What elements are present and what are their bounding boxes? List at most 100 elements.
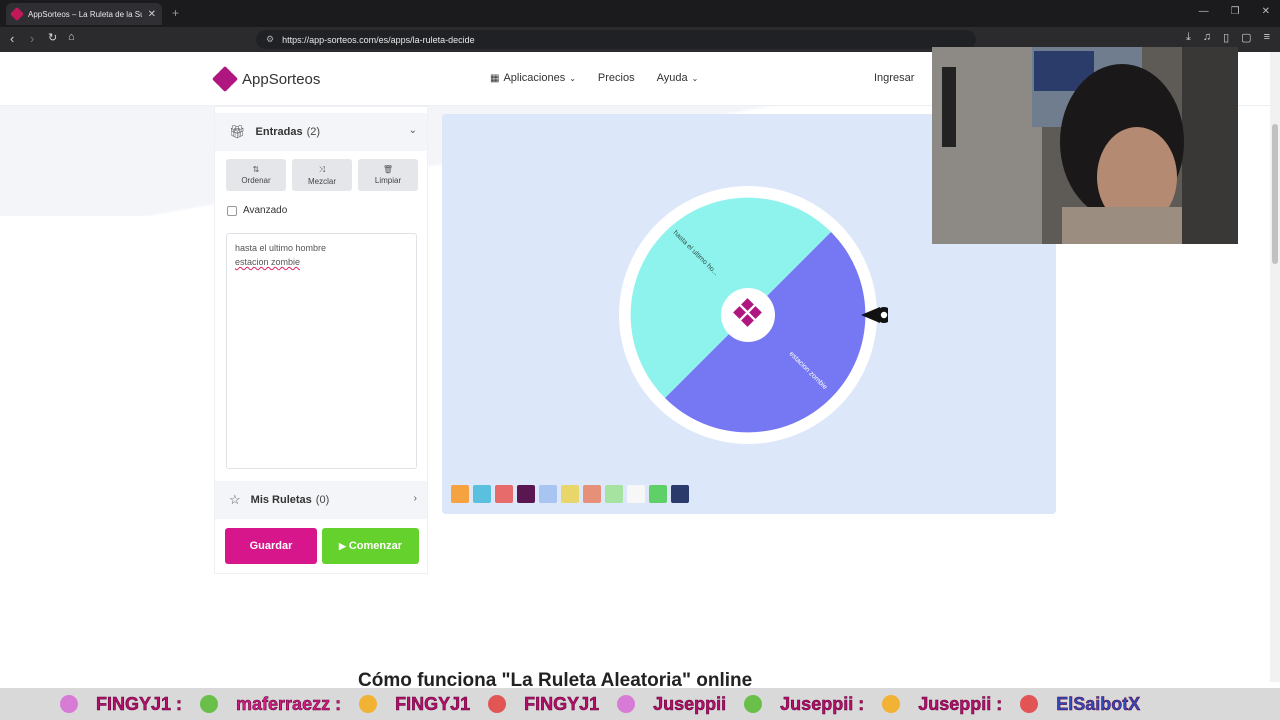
reload-icon[interactable]: ↻ bbox=[48, 31, 57, 44]
palette-swatch[interactable] bbox=[561, 485, 579, 503]
nav-aplicaciones[interactable]: ▦ Aplicaciones ⌄ bbox=[490, 72, 576, 84]
tool-buttons: ⇅ Ordenar ⤨ Mezclar 🗑︎ Limpiar bbox=[226, 159, 418, 191]
gift-icon: 🎁︎ bbox=[229, 124, 246, 139]
entradas-count: (2) bbox=[306, 126, 321, 138]
url-text: https://app-sorteos.com/es/apps/la-rulet… bbox=[282, 34, 475, 45]
maximize-icon[interactable]: ❐ bbox=[1231, 6, 1240, 17]
back-icon[interactable]: ‹ bbox=[10, 31, 14, 46]
avanzado-option[interactable]: Avanzado bbox=[227, 205, 287, 216]
chat-username: FINGYJ1 : bbox=[96, 693, 183, 714]
brand-name: AppSorteos bbox=[242, 70, 321, 88]
chat-username: Juseppii bbox=[653, 693, 727, 714]
entradas-label: Entradas bbox=[255, 126, 303, 138]
entradas-header[interactable]: 🎁︎ Entradas (2) ⌄ bbox=[215, 113, 427, 151]
music-icon[interactable]: ♫ bbox=[1203, 31, 1211, 44]
guardar-button[interactable]: Guardar bbox=[225, 528, 317, 564]
palette-swatch[interactable] bbox=[473, 485, 491, 503]
mis-ruletas-header[interactable]: ☆ Mis Ruletas (0) › bbox=[215, 481, 427, 519]
chat-username: ElSaibotX bbox=[1056, 693, 1141, 714]
palette-swatch[interactable] bbox=[451, 485, 469, 503]
menu-icon[interactable]: ≡ bbox=[1264, 31, 1270, 44]
grid-icon: ▦ bbox=[490, 72, 500, 84]
minimize-icon[interactable]: — bbox=[1199, 6, 1209, 17]
home-icon[interactable]: ⌂ bbox=[68, 31, 75, 43]
entries-textarea[interactable]: hasta el ultimo hombre estacion zombie bbox=[226, 233, 417, 469]
palette-swatch[interactable] bbox=[495, 485, 513, 503]
mis-ruletas-count: (0) bbox=[315, 494, 330, 506]
sidebar-icon[interactable]: ▯ bbox=[1223, 31, 1229, 44]
palette-swatch[interactable] bbox=[539, 485, 557, 503]
window-controls: — ❐ ✕ bbox=[1199, 6, 1270, 17]
chat-emote-icon bbox=[882, 695, 901, 713]
mis-ruletas-label: Mis Ruletas bbox=[250, 494, 312, 506]
new-tab-icon[interactable]: + bbox=[172, 6, 179, 20]
chat-emote-icon bbox=[488, 695, 507, 713]
chat-emote-icon bbox=[744, 695, 763, 713]
comenzar-label: Comenzar bbox=[348, 540, 403, 552]
roulette-wheel[interactable]: hasta el ultimo ho... estacion zombie bbox=[618, 184, 888, 446]
chevron-down-icon: ⌄ bbox=[569, 73, 576, 83]
color-palette bbox=[451, 485, 689, 503]
nav-aplicaciones-label: Aplicaciones bbox=[503, 72, 566, 84]
chat-emote-icon bbox=[617, 695, 636, 713]
mezclar-button[interactable]: ⤨ Mezclar bbox=[292, 159, 352, 191]
logo-icon bbox=[211, 65, 239, 93]
close-tab-icon[interactable]: ✕ bbox=[148, 9, 156, 20]
chat-emote-icon bbox=[1020, 695, 1039, 713]
tab-bar: AppSorteos – La Ruleta de la Su ✕ + — ❐ … bbox=[0, 0, 1280, 27]
site-favicon-icon bbox=[9, 6, 25, 22]
scrollbar-thumb[interactable] bbox=[1272, 124, 1278, 264]
palette-swatch[interactable] bbox=[627, 485, 645, 503]
chat-ticker: FINGYJ1 : maferraezz : FINGYJ1 FINGYJ1 Jusep… bbox=[0, 688, 1280, 720]
ordenar-button[interactable]: ⇅ Ordenar bbox=[226, 159, 286, 191]
chat-emote-icon bbox=[359, 695, 378, 713]
site-info-icon[interactable]: ⚙ bbox=[266, 34, 274, 45]
mezclar-label: Mezclar bbox=[307, 176, 336, 186]
nav-precios[interactable]: Precios bbox=[598, 72, 635, 84]
palette-swatch[interactable] bbox=[583, 485, 601, 503]
forward-icon[interactable]: › bbox=[30, 31, 34, 46]
close-window-icon[interactable]: ✕ bbox=[1262, 6, 1270, 17]
chat-username: Juseppii : bbox=[918, 693, 1003, 714]
limpiar-button[interactable]: 🗑︎ Limpiar bbox=[358, 159, 418, 191]
trash-icon: 🗑︎ bbox=[382, 165, 394, 174]
comenzar-button[interactable]: ▶ Comenzar bbox=[322, 528, 419, 564]
palette-swatch[interactable] bbox=[517, 485, 535, 503]
sort-icon: ⇅ bbox=[252, 165, 260, 174]
browser-tab[interactable]: AppSorteos – La Ruleta de la Su ✕ bbox=[6, 3, 162, 25]
chat-username: maferraezz : bbox=[236, 693, 342, 714]
ordenar-label: Ordenar bbox=[241, 176, 271, 185]
entries-panel: 🎁︎ Entradas (2) ⌄ ⇅ Ordenar ⤨ Mezclar 🗑︎… bbox=[214, 106, 428, 574]
screenshot-icon[interactable]: ▢ bbox=[1241, 31, 1251, 44]
download-icon[interactable]: ⤓ bbox=[1186, 31, 1191, 44]
top-nav: ▦ Aplicaciones ⌄ Precios Ayuda ⌄ bbox=[490, 72, 698, 84]
chat-emote-icon bbox=[60, 695, 78, 713]
star-icon: ☆ bbox=[229, 492, 241, 507]
chevron-right-icon: › bbox=[413, 493, 417, 504]
url-field[interactable]: ⚙ https://app-sorteos.com/es/apps/la-rul… bbox=[256, 30, 976, 49]
tab-title: AppSorteos – La Ruleta de la Su bbox=[28, 9, 142, 19]
entry-line: estacion zombie bbox=[235, 257, 301, 267]
palette-swatch[interactable] bbox=[605, 485, 623, 503]
nav-ayuda[interactable]: Ayuda ⌄ bbox=[657, 72, 699, 84]
play-icon: ▶ bbox=[338, 540, 346, 551]
chat-username: Juseppii : bbox=[780, 693, 865, 714]
nav-ayuda-label: Ayuda bbox=[656, 72, 688, 84]
chevron-down-icon: ⌄ bbox=[691, 73, 699, 83]
chevron-down-icon: ⌄ bbox=[408, 125, 417, 136]
palette-swatch[interactable] bbox=[649, 485, 667, 503]
webcam-image bbox=[932, 47, 1238, 244]
shuffle-icon: ⤨ bbox=[318, 164, 326, 174]
palette-swatch[interactable] bbox=[671, 485, 689, 503]
chat-username: FINGYJ1 bbox=[395, 693, 471, 714]
extension-icons: ⤓ ♫ ▯ ▢ ≡ bbox=[1186, 31, 1270, 44]
site-logo[interactable]: AppSorteos bbox=[211, 65, 321, 93]
limpiar-label: Limpiar bbox=[374, 176, 402, 185]
chat-username: FINGYJ1 bbox=[524, 693, 600, 714]
login-link[interactable]: Ingresar bbox=[874, 72, 914, 84]
entry-line: hasta el ultimo hombre bbox=[235, 243, 327, 253]
webcam-overlay bbox=[932, 47, 1238, 244]
chat-emote-icon bbox=[200, 695, 219, 713]
avanzado-checkbox[interactable] bbox=[227, 205, 237, 216]
avanzado-label: Avanzado bbox=[243, 205, 288, 216]
